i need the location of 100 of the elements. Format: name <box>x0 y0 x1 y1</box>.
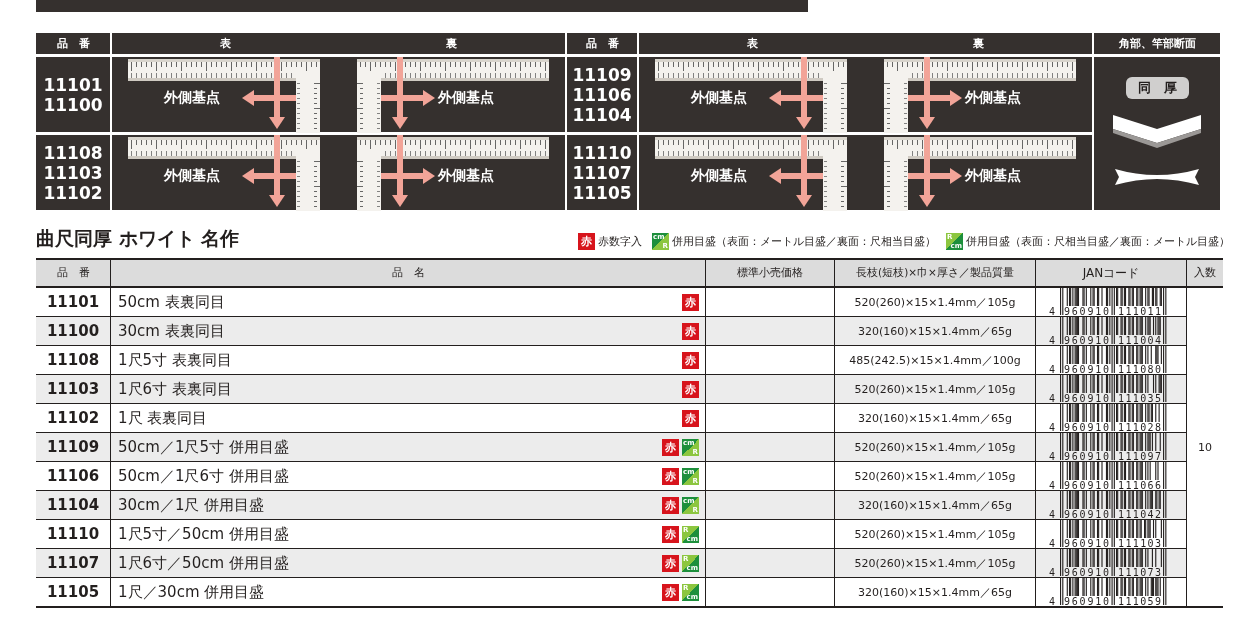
reference-label: 外側基点 <box>438 166 495 185</box>
spec-cell: 320(160)×15×1.4mm／65g <box>834 490 1036 520</box>
mark-badge: 赤 <box>662 467 679 485</box>
product-code: 11100 <box>36 316 111 346</box>
mark-badge: 赤 <box>662 554 679 572</box>
barcode-number: 111004 <box>1118 335 1161 345</box>
product-name: 1尺5寸 表裏同目 <box>118 350 232 370</box>
mark-badge: 赤 <box>662 525 679 543</box>
product-name: 1尺6寸 表裏同目 <box>118 379 232 399</box>
product-code: 11101 <box>36 287 111 317</box>
barcode-number: 111097 <box>1118 451 1161 461</box>
column-header: 品 名 <box>110 259 706 287</box>
product-code: 11100 <box>43 94 103 115</box>
product-code: 11104 <box>572 104 632 125</box>
barcode-number: 960910 <box>1064 422 1109 432</box>
mark-badge: 赤 <box>682 380 699 398</box>
barcode-number: 4 <box>1049 422 1056 432</box>
barcode-number: 960910 <box>1064 480 1109 490</box>
product-code: 11108 <box>43 142 103 163</box>
product-code: 11110 <box>572 142 632 163</box>
barcode-number: 4 <box>1049 451 1056 461</box>
barcode-number: 960910 <box>1064 567 1109 577</box>
reference-label: 外側基点 <box>163 166 220 185</box>
column-header: JANコード <box>1035 259 1187 287</box>
product-code: 11103 <box>36 374 111 404</box>
column-header: 入数 <box>1186 259 1223 287</box>
header-label: 表 <box>219 36 231 51</box>
product-code: 11109 <box>572 64 632 85</box>
barcode-number: 960910 <box>1064 306 1109 316</box>
barcode-number: 111011 <box>1118 306 1161 316</box>
header-label: 裏 <box>446 36 458 51</box>
barcode-number: 960910 <box>1064 335 1109 345</box>
barcode-number: 111073 <box>1118 567 1161 577</box>
barcode-number: 4 <box>1049 393 1056 403</box>
barcode-number: 4 <box>1049 596 1056 606</box>
barcode-number: 4 <box>1049 306 1056 316</box>
barcode-number: 111080 <box>1118 364 1161 374</box>
product-code: 11108 <box>36 345 111 375</box>
header-cell: 品 番 <box>567 33 637 54</box>
product-code: 11105 <box>572 182 632 203</box>
barcode-number: 960910 <box>1064 596 1109 606</box>
barcode-number: 4 <box>1049 538 1056 548</box>
barcode-number: 960910 <box>1064 538 1109 548</box>
header-cell: 角部、竿部断面 <box>1094 33 1220 54</box>
barcode-number: 111042 <box>1118 509 1161 519</box>
product-name: 30cm 表裏同目 <box>118 321 225 341</box>
mark-badge: 赤 <box>682 409 699 427</box>
product-name: 1尺5寸／50cm 併用目盛 <box>118 524 289 544</box>
column-header: 長枝(短枝)×巾×厚さ／製品質量 <box>834 259 1036 287</box>
reference-label: 外側基点 <box>690 88 747 107</box>
reference-label: 外側基点 <box>965 88 1022 107</box>
product-code: 11101 <box>43 74 103 95</box>
product-code: 11103 <box>43 162 103 183</box>
reference-label: 外側基点 <box>438 88 495 107</box>
product-code: 11107 <box>36 548 111 578</box>
product-name: 50cm／1尺6寸 併用目盛 <box>118 466 289 486</box>
barcode-number: 111028 <box>1118 422 1161 432</box>
product-code: 11107 <box>572 162 632 183</box>
mark-badge: 赤 <box>662 583 679 601</box>
header-label: 表 <box>746 36 758 51</box>
barcode-number: 960910 <box>1064 451 1109 461</box>
barcode-number: 960910 <box>1064 509 1109 519</box>
thickness-badge: 同 厚 <box>1125 77 1189 99</box>
barcode-number: 111035 <box>1118 393 1161 403</box>
reference-label: 外側基点 <box>163 88 220 107</box>
legend-label: 併用目盛（表面：尺相当目盛／裏面：メートル目盛） <box>966 234 1230 249</box>
barcode-number: 4 <box>1049 364 1056 374</box>
mark-badge: 赤 <box>682 322 699 340</box>
product-code: 11105 <box>36 577 111 607</box>
spec-cell: 485(242.5)×15×1.4mm／100g <box>834 345 1036 375</box>
product-code: 11110 <box>36 519 111 549</box>
spec-cell: 520(260)×15×1.4mm／105g <box>834 287 1036 317</box>
spec-cell: 320(160)×15×1.4mm／65g <box>834 403 1036 433</box>
header-label: 裏 <box>973 36 985 51</box>
product-name: 1尺 表裏同目 <box>118 408 208 428</box>
product-code: 11109 <box>36 432 111 462</box>
quantity-cell: 10 <box>1186 287 1223 607</box>
product-name: 1尺6寸／50cm 併用目盛 <box>118 553 289 573</box>
mark-badge: 赤 <box>662 496 679 514</box>
barcode-number: 960910 <box>1064 364 1109 374</box>
spec-cell: 320(160)×15×1.4mm／65g <box>834 577 1036 607</box>
mark-badge: 赤 <box>578 233 595 250</box>
spec-cell: 520(260)×15×1.4mm／105g <box>834 461 1036 491</box>
product-code: 11102 <box>36 403 111 433</box>
product-name: 1尺／30cm 併用目盛 <box>118 582 265 602</box>
catalog-title: 曲尺同厚 ホワイト 名作 <box>36 226 240 251</box>
legend-label: 併用目盛（表面：メートル目盛／裏面：尺相当目盛） <box>672 234 936 249</box>
legend-label: 赤数字入 <box>598 234 642 249</box>
product-code: 11106 <box>572 84 632 105</box>
column-header: 標準小売価格 <box>705 259 835 287</box>
product-code: 11106 <box>36 461 111 491</box>
mark-badge: 赤 <box>662 438 679 456</box>
mark-badge: 赤 <box>682 293 699 311</box>
product-name: 50cm 表裏同目 <box>118 292 225 312</box>
barcode-number: 4 <box>1049 335 1056 345</box>
header-cell: 品 番 <box>36 33 110 54</box>
reference-label: 外側基点 <box>690 166 747 185</box>
barcode-number: 960910 <box>1064 393 1109 403</box>
spec-cell: 520(260)×15×1.4mm／105g <box>834 519 1036 549</box>
barcode-number: 4 <box>1049 567 1056 577</box>
